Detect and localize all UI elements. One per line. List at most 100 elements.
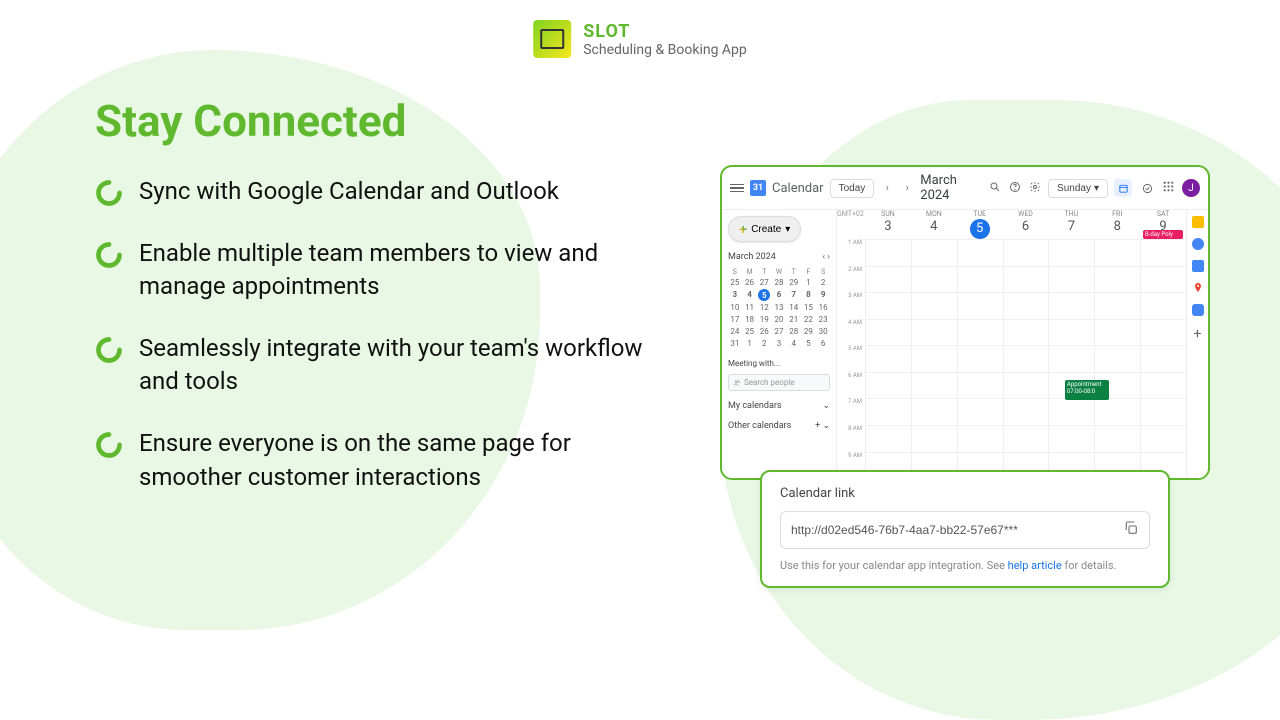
event-bday[interactable]: B-day Poly — [1143, 230, 1183, 239]
mini-day[interactable]: 27 — [772, 326, 786, 337]
help-article-link[interactable]: help article — [1008, 559, 1062, 572]
calendar-screenshot: 31 Calendar Today ‹ › March 2024 Sunday▾… — [720, 165, 1210, 480]
mini-day[interactable]: 7 — [787, 289, 801, 301]
calendar-link-input[interactable] — [791, 523, 1123, 537]
maps-icon[interactable] — [1192, 282, 1204, 294]
chevron-left-icon[interactable]: ‹ — [880, 183, 894, 194]
help-icon[interactable] — [1008, 181, 1022, 196]
my-calendars-label[interactable]: My calendars — [728, 401, 782, 411]
copy-icon[interactable] — [1123, 520, 1139, 540]
mini-day[interactable]: 31 — [728, 338, 742, 349]
hour-label: 3 AM — [837, 292, 865, 319]
chevron-right-icon[interactable]: › — [900, 183, 914, 194]
mini-month-label: March 2024 — [728, 252, 776, 262]
mini-day[interactable]: 24 — [728, 326, 742, 337]
mini-day[interactable]: 5 — [802, 338, 816, 349]
mini-day[interactable]: 27 — [757, 277, 771, 288]
event-appointment[interactable]: Appointment07:00-08:0 — [1065, 380, 1109, 400]
plus-icon[interactable]: + — [815, 421, 820, 431]
bullet-item: Ensure everyone is on the same page for … — [95, 427, 655, 494]
mini-next-icon[interactable]: › — [827, 252, 830, 262]
day-header[interactable]: FRI8 — [1094, 210, 1140, 239]
mini-day[interactable]: 17 — [728, 314, 742, 325]
people-icon — [733, 379, 741, 387]
add-addon-icon[interactable]: + — [1194, 326, 1202, 342]
mini-day[interactable]: 14 — [787, 302, 801, 313]
mini-prev-icon[interactable]: ‹ — [822, 252, 825, 262]
bullet-icon — [95, 241, 123, 269]
chevron-down-icon[interactable]: ⌄ — [822, 421, 830, 431]
mini-day[interactable]: 4 — [743, 289, 757, 301]
tasks-icon[interactable] — [1192, 238, 1204, 250]
mini-day[interactable]: 29 — [802, 326, 816, 337]
day-header[interactable]: TUE5 — [957, 210, 1003, 239]
mini-day[interactable]: 18 — [743, 314, 757, 325]
bullet-item: Sync with Google Calendar and Outlook — [95, 175, 655, 209]
chevron-down-icon[interactable]: ⌄ — [822, 401, 830, 411]
create-button[interactable]: +Create▾ — [728, 216, 801, 242]
hour-label: 7 AM — [837, 398, 865, 425]
apps-grid-icon[interactable] — [1162, 180, 1176, 196]
mini-day[interactable]: 2 — [757, 338, 771, 349]
mini-day[interactable]: 26 — [757, 326, 771, 337]
mini-day[interactable]: 8 — [802, 289, 816, 301]
search-icon[interactable] — [988, 181, 1002, 196]
mini-day[interactable]: 9 — [816, 289, 830, 301]
bullet-text: Seamlessly integrate with your team's wo… — [139, 332, 655, 399]
mini-day[interactable]: 23 — [816, 314, 830, 325]
view-selector[interactable]: Sunday▾ — [1048, 179, 1108, 198]
mini-day[interactable]: 29 — [787, 277, 801, 288]
mini-day[interactable]: 28 — [772, 277, 786, 288]
mini-day[interactable]: 10 — [728, 302, 742, 313]
mini-day[interactable]: 5 — [758, 289, 770, 301]
calendar-view-icon[interactable] — [1114, 179, 1132, 197]
brand-name: SLOT — [583, 21, 747, 42]
menu-icon[interactable] — [730, 184, 744, 193]
day-header[interactable]: MON4 — [911, 210, 957, 239]
mini-day[interactable]: 2 — [816, 277, 830, 288]
other-calendars-label[interactable]: Other calendars — [728, 421, 791, 431]
hour-label: 6 AM — [837, 372, 865, 399]
mini-day[interactable]: 19 — [757, 314, 771, 325]
tasks-view-icon[interactable] — [1138, 179, 1156, 197]
day-header[interactable]: SUN3 — [865, 210, 911, 239]
mini-day[interactable]: 3 — [772, 338, 786, 349]
keep-icon[interactable] — [1192, 216, 1204, 228]
day-header[interactable]: THU7 — [1048, 210, 1094, 239]
mini-day[interactable]: 4 — [787, 338, 801, 349]
gear-icon[interactable] — [1028, 181, 1042, 196]
hour-label: 5 AM — [837, 345, 865, 372]
calendar-link-card: Calendar link Use this for your calendar… — [760, 470, 1170, 588]
mini-day[interactable]: 6 — [772, 289, 786, 301]
bullet-text: Ensure everyone is on the same page for … — [139, 427, 655, 494]
chevron-down-icon: ▾ — [1094, 183, 1099, 194]
month-label: March 2024 — [920, 173, 982, 203]
mini-day[interactable]: 26 — [743, 277, 757, 288]
mini-day[interactable]: 20 — [772, 314, 786, 325]
day-header[interactable]: WED6 — [1003, 210, 1049, 239]
mini-day[interactable]: 25 — [743, 326, 757, 337]
mini-day[interactable]: 25 — [728, 277, 742, 288]
addon-icon[interactable] — [1192, 304, 1204, 316]
user-avatar[interactable]: J — [1182, 179, 1200, 197]
plus-icon: + — [739, 221, 747, 237]
mini-day[interactable]: 1 — [743, 338, 757, 349]
mini-day[interactable]: 16 — [816, 302, 830, 313]
mini-day[interactable]: 12 — [757, 302, 771, 313]
mini-day[interactable]: 11 — [743, 302, 757, 313]
contacts-icon[interactable] — [1192, 260, 1204, 272]
mini-day[interactable]: 30 — [816, 326, 830, 337]
mini-day[interactable]: 15 — [802, 302, 816, 313]
link-help-text: Use this for your calendar app integrati… — [780, 559, 1150, 572]
mini-day[interactable]: 6 — [816, 338, 830, 349]
bullet-text: Sync with Google Calendar and Outlook — [139, 175, 559, 209]
mini-day[interactable]: 21 — [787, 314, 801, 325]
hour-label: 1 AM — [837, 239, 865, 266]
mini-day[interactable]: 13 — [772, 302, 786, 313]
search-people-input[interactable]: Search people — [728, 374, 830, 391]
mini-day[interactable]: 28 — [787, 326, 801, 337]
mini-day[interactable]: 1 — [802, 277, 816, 288]
mini-day[interactable]: 22 — [802, 314, 816, 325]
today-button[interactable]: Today — [830, 179, 875, 198]
mini-day[interactable]: 3 — [728, 289, 742, 301]
